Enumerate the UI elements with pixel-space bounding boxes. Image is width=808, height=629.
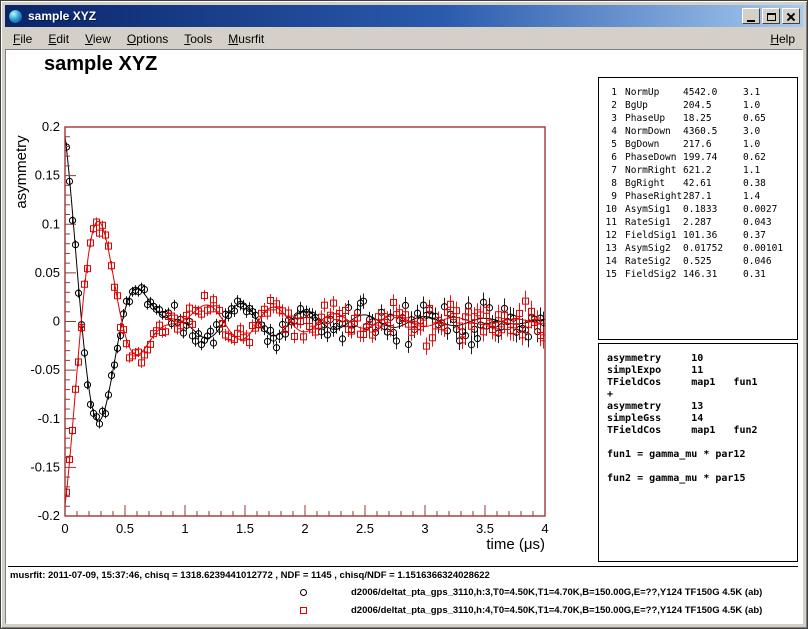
- legend-circle-icon: [300, 589, 307, 596]
- menu-item-view[interactable]: View: [77, 30, 119, 48]
- minimize-icon: [747, 20, 755, 22]
- x-tick-label: 3: [421, 521, 428, 536]
- y-tick-label: -0.05: [30, 362, 60, 377]
- y-tick-label: 0.1: [42, 216, 60, 231]
- plot-frame: [65, 127, 545, 516]
- x-tick-label: 2.5: [356, 521, 374, 536]
- status-text: musrfit: 2011-07-09, 15:37:46, chisq = 1…: [10, 570, 490, 581]
- x-axis-title: time (μs): [486, 536, 545, 553]
- x-tick-label: 2: [301, 521, 308, 536]
- legend-row-0: d2006/deltat_pta_gps_3110,h:3,T0=4.50K,T…: [300, 586, 762, 598]
- param-row-AsymSig1: 10AsymSig10.18330.0027: [601, 203, 795, 216]
- maximize-icon: [767, 13, 776, 21]
- menu-item-file[interactable]: File: [5, 30, 40, 48]
- y-tick-label: 0: [53, 314, 60, 329]
- param-row-FieldSig2: 15FieldSig2146.310.31: [601, 268, 795, 281]
- root-canvas[interactable]: sample XYZ 00.511.522.533.54-0.2-0.15-0.…: [5, 49, 803, 624]
- param-row-FieldSig1: 12FieldSig1101.360.37: [601, 229, 795, 242]
- param-row-RateSig2: 14RateSig20.5250.046: [601, 255, 795, 268]
- menubar-left: FileEditViewOptionsToolsMusrfit: [5, 30, 762, 48]
- y-tick-label: 0.2: [42, 119, 60, 134]
- x-tick-label: 0.5: [116, 521, 134, 536]
- param-row-BgRight: 8BgRight42.610.38: [601, 177, 795, 190]
- window-controls: [742, 8, 800, 24]
- legend-row-1: d2006/deltat_pta_gps_3110,h:4,T0=4.50K,T…: [300, 604, 762, 616]
- y-tick-label: -0.1: [38, 411, 60, 426]
- theory-box: asymmetry 10 simplExpo 11 TFieldCos map1…: [598, 343, 798, 562]
- footer-divider: [8, 566, 798, 567]
- param-row-AsymSig2: 13AsymSig20.017520.00101: [601, 242, 795, 255]
- window-title: sample XYZ: [28, 9, 742, 23]
- x-tick-label: 0: [61, 521, 68, 536]
- legend-square-icon: [300, 607, 307, 614]
- y-axis-title: asymmetry: [13, 135, 30, 209]
- theory-block: asymmetry 10 simplExpo 11 TFieldCos map1…: [599, 344, 797, 485]
- param-row-NormRight: 7NormRight621.21.1: [601, 164, 795, 177]
- app-icon: [8, 9, 23, 24]
- fit-line-1: [65, 221, 545, 505]
- x-tick-label: 3.5: [476, 521, 494, 536]
- param-row-PhaseUp: 3PhaseUp18.250.65: [601, 112, 795, 125]
- data-series-1: [64, 217, 547, 505]
- menubar: FileEditViewOptionsToolsMusrfit Help: [5, 28, 803, 49]
- menu-item-help[interactable]: Help: [762, 30, 803, 48]
- fit-line-0: [65, 136, 545, 421]
- y-tick-label: 0.05: [35, 265, 60, 280]
- app-window: sample XYZ FileEditViewOptionsToolsMusrf…: [0, 0, 808, 629]
- menubar-right: Help: [762, 30, 803, 48]
- data-series-0: [63, 136, 546, 429]
- minimize-button[interactable]: [742, 8, 760, 24]
- param-row-BgDown: 5BgDown217.61.0: [601, 138, 795, 151]
- close-button[interactable]: [782, 8, 800, 24]
- menu-item-options[interactable]: Options: [119, 30, 176, 48]
- menu-item-edit[interactable]: Edit: [40, 30, 77, 48]
- y-tick-label: 0.15: [35, 168, 60, 183]
- x-tick-label: 1.5: [236, 521, 254, 536]
- param-row-NormUp: 1NormUp4542.03.1: [601, 86, 795, 99]
- maximize-button[interactable]: [762, 8, 780, 24]
- param-row-PhaseRight: 9PhaseRight287.11.4: [601, 190, 795, 203]
- param-row-BgUp: 2BgUp204.51.0: [601, 99, 795, 112]
- close-icon: [786, 12, 796, 22]
- parameter-rows: 1NormUp4542.03.12BgUp204.51.03PhaseUp18.…: [601, 86, 795, 281]
- param-row-PhaseDown: 6PhaseDown199.740.62: [601, 151, 795, 164]
- plot-canvas[interactable]: 0 0.5 1 1.5 2 2.5 3 3.5 4 -0.2 -0.15 -0.1 -0.05 0 0.05…: [6, 50, 596, 566]
- x-tick-label: 1: [181, 521, 188, 536]
- param-row-RateSig1: 11RateSig12.2870.043: [601, 216, 795, 229]
- x-tick-label: 4: [541, 521, 548, 536]
- menu-item-tools[interactable]: Tools: [176, 30, 220, 48]
- menu-item-musrfit[interactable]: Musrfit: [220, 30, 272, 48]
- parameter-box: 1NormUp4542.03.12BgUp204.51.03PhaseUp18.…: [598, 77, 798, 340]
- titlebar[interactable]: sample XYZ: [5, 5, 803, 27]
- legend-label: d2006/deltat_pta_gps_3110,h:3,T0=4.50K,T…: [351, 587, 762, 598]
- param-row-NormDown: 4NormDown4360.53.0: [601, 125, 795, 138]
- x-axis: 0 0.5 1 1.5 2 2.5 3 3.5 4: [61, 505, 548, 536]
- y-tick-label: -0.2: [38, 508, 60, 523]
- legend-label: d2006/deltat_pta_gps_3110,h:4,T0=4.50K,T…: [351, 605, 762, 616]
- y-tick-label: -0.15: [30, 459, 60, 474]
